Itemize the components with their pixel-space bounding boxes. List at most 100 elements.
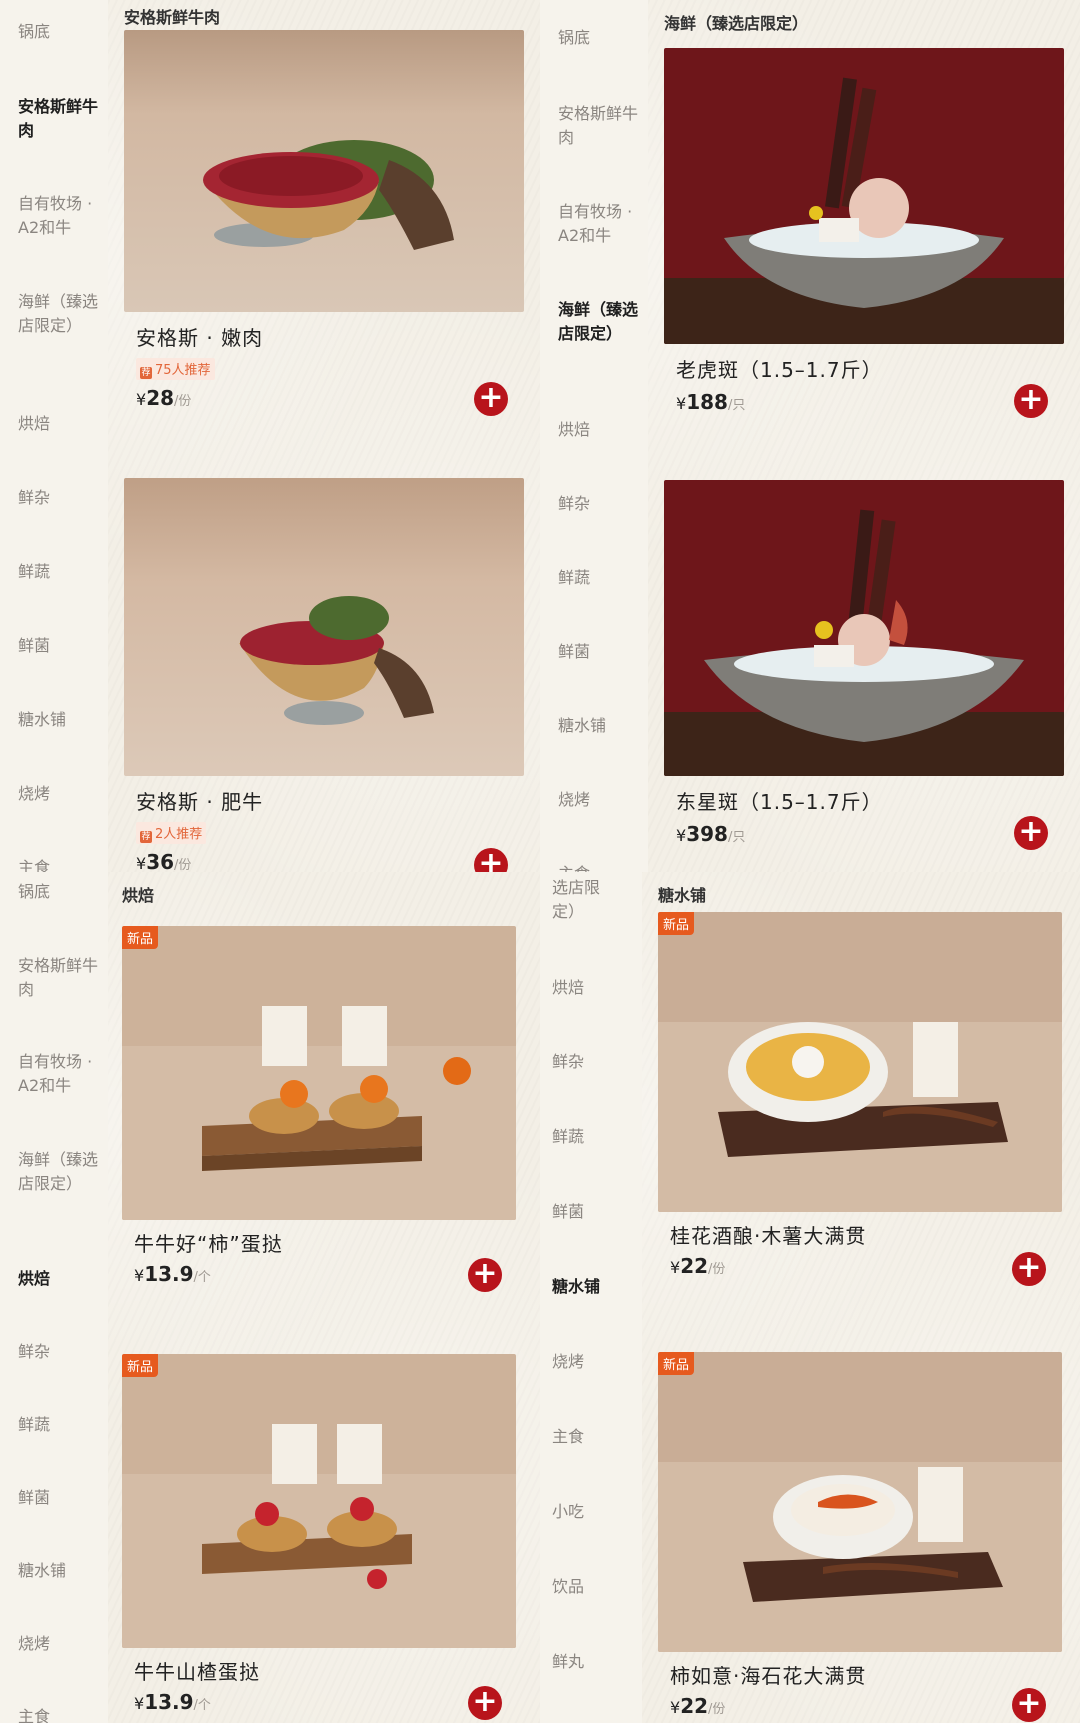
product-photo[interactable]: 新品 bbox=[122, 1354, 516, 1648]
product-list: 糖水铺 新品 桂花酒酿·木薯大满贯 ¥22/份 + 新品 柿如意·海石花大满贯 … bbox=[642, 872, 1080, 1723]
product-list: 海鲜（臻选店限定） 老虎斑（1.5–1.7斤） ¥188/只 + 东星斑（1.5… bbox=[648, 0, 1080, 872]
sidebar-item-staples[interactable]: 主食 bbox=[0, 1705, 108, 1723]
product-card[interactable]: 东星斑（1.5–1.7斤） ¥398/只 + bbox=[664, 480, 1064, 860]
sidebar-item-snacks[interactable]: 小吃 bbox=[540, 1500, 642, 1524]
sidebar-item-a2-wagyu[interactable]: 自有牧场 · A2和牛 bbox=[0, 192, 108, 240]
product-price: ¥398/只 bbox=[676, 822, 746, 846]
sidebar-item-a2-wagyu[interactable]: 自有牧场 · A2和牛 bbox=[0, 1050, 108, 1098]
sidebar-item-hotpot-base[interactable]: 锅底 bbox=[540, 26, 648, 50]
sidebar-item-vegetables[interactable]: 鲜蔬 bbox=[540, 1125, 642, 1149]
recommend-badge: 荐 2人推荐 bbox=[136, 822, 207, 844]
category-sidebar: 选店限定） 烘焙 鲜杂 鲜蔬 鲜菌 糖水铺 烧烤 主食 小吃 饮品 鲜丸 bbox=[540, 872, 642, 1723]
product-name: 桂花酒酿·木薯大满贯 bbox=[670, 1224, 867, 1248]
sidebar-item-mushrooms[interactable]: 鲜菌 bbox=[540, 640, 648, 664]
product-name: 东星斑（1.5–1.7斤） bbox=[676, 790, 883, 814]
sidebar-item-bakery[interactable]: 烘焙 bbox=[540, 976, 642, 1000]
sidebar-item-drinks[interactable]: 饮品 bbox=[540, 1575, 642, 1599]
add-to-cart-button[interactable]: + bbox=[1012, 1688, 1046, 1722]
product-price: ¥22/份 bbox=[670, 1254, 726, 1278]
sidebar-item-angus-beef[interactable]: 安格斯鲜牛肉 bbox=[0, 95, 108, 143]
sidebar-item-bbq[interactable]: 烧烤 bbox=[0, 782, 108, 806]
product-card[interactable]: 安格斯 · 肥牛 荐 2人推荐 ¥36/份 + bbox=[124, 478, 524, 872]
sidebar-item-fresh-misc[interactable]: 鲜杂 bbox=[540, 1050, 642, 1074]
product-card[interactable]: 老虎斑（1.5–1.7斤） ¥188/只 + bbox=[664, 48, 1064, 428]
product-photo[interactable]: 新品 bbox=[122, 926, 516, 1220]
product-photo[interactable] bbox=[664, 48, 1064, 344]
sidebar-item-fresh-misc[interactable]: 鲜杂 bbox=[0, 486, 108, 510]
sidebar-item-desserts[interactable]: 糖水铺 bbox=[0, 1559, 108, 1583]
add-to-cart-button[interactable]: + bbox=[468, 1258, 502, 1292]
recommend-badge: 荐 75人推荐 bbox=[136, 358, 215, 380]
sidebar-item-seafood[interactable]: 海鲜（臻选店限定） bbox=[0, 290, 108, 338]
sidebar-item-bakery[interactable]: 烘焙 bbox=[0, 1267, 108, 1291]
sidebar-item-desserts[interactable]: 糖水铺 bbox=[540, 1275, 642, 1299]
sidebar-item-bbq[interactable]: 烧烤 bbox=[540, 1350, 642, 1374]
sidebar-item-mushrooms[interactable]: 鲜菌 bbox=[0, 634, 108, 658]
sidebar-item-desserts[interactable]: 糖水铺 bbox=[0, 708, 108, 732]
product-photo[interactable]: 新品 bbox=[658, 1352, 1062, 1652]
plus-icon: + bbox=[1018, 814, 1044, 849]
section-title: 糖水铺 bbox=[658, 886, 707, 905]
sidebar-item-bakery[interactable]: 烘焙 bbox=[0, 412, 108, 436]
product-list: 烘焙 新品 牛牛好“柿”蛋挞 ¥13.9/个 + 新品 牛牛山楂蛋挞 ¥13.9… bbox=[108, 872, 540, 1723]
sidebar-item-vegetables[interactable]: 鲜蔬 bbox=[0, 1413, 108, 1437]
product-photo[interactable] bbox=[124, 478, 524, 776]
product-name: 牛牛好“柿”蛋挞 bbox=[134, 1232, 283, 1256]
sidebar-item-bakery[interactable]: 烘焙 bbox=[540, 418, 648, 442]
category-sidebar: 锅底 安格斯鲜牛肉 自有牧场 · A2和牛 海鲜（臻选店限定） 烘焙 鲜杂 鲜蔬… bbox=[0, 0, 108, 872]
sidebar-item-hotpot-base[interactable]: 锅底 bbox=[0, 20, 108, 44]
add-to-cart-button[interactable]: + bbox=[474, 848, 508, 872]
plus-icon: + bbox=[1018, 382, 1044, 417]
product-card[interactable]: 新品 牛牛好“柿”蛋挞 ¥13.9/个 + bbox=[122, 926, 516, 1306]
plus-icon: + bbox=[478, 846, 504, 873]
product-name: 老虎斑（1.5–1.7斤） bbox=[676, 358, 883, 382]
new-badge: 新品 bbox=[122, 926, 159, 949]
menu-panel-bakery: 锅底 安格斯鲜牛肉 自有牧场 · A2和牛 海鲜（臻选店限定） 烘焙 鲜杂 鲜蔬… bbox=[0, 872, 540, 1723]
product-card[interactable]: 新品 桂花酒酿·木薯大满贯 ¥22/份 + bbox=[658, 912, 1062, 1292]
new-badge: 新品 bbox=[658, 1352, 695, 1375]
sidebar-item-seafood[interactable]: 选店限定） bbox=[540, 876, 618, 924]
add-to-cart-button[interactable]: + bbox=[474, 382, 508, 416]
sidebar-item-fresh-misc[interactable]: 鲜杂 bbox=[0, 1340, 108, 1364]
product-list: 安格斯鲜牛肉 安格斯 · 嫩肉 荐 75人推荐 ¥28/份 + 安格斯 · 肥牛… bbox=[108, 0, 540, 872]
sidebar-item-hotpot-base[interactable]: 锅底 bbox=[0, 880, 108, 904]
sidebar-item-a2-wagyu[interactable]: 自有牧场 · A2和牛 bbox=[540, 200, 648, 248]
product-card[interactable]: 安格斯 · 嫩肉 荐 75人推荐 ¥28/份 + bbox=[124, 30, 524, 460]
add-to-cart-button[interactable]: + bbox=[1014, 384, 1048, 418]
menu-panel-beef: 锅底 安格斯鲜牛肉 自有牧场 · A2和牛 海鲜（臻选店限定） 烘焙 鲜杂 鲜蔬… bbox=[0, 0, 540, 872]
product-photo[interactable]: 新品 bbox=[658, 912, 1062, 1212]
sidebar-item-vegetables[interactable]: 鲜蔬 bbox=[540, 566, 648, 590]
add-to-cart-button[interactable]: + bbox=[1012, 1252, 1046, 1286]
sidebar-item-staples[interactable]: 主食 bbox=[540, 862, 648, 872]
product-photo[interactable] bbox=[664, 480, 1064, 776]
add-to-cart-button[interactable]: + bbox=[468, 1686, 502, 1720]
product-name: 牛牛山楂蛋挞 bbox=[134, 1660, 260, 1684]
sidebar-item-seafood[interactable]: 海鲜（臻选店限定） bbox=[0, 1148, 108, 1196]
plus-icon: + bbox=[1016, 1686, 1042, 1721]
product-card[interactable]: 新品 牛牛山楂蛋挞 ¥13.9/个 + bbox=[122, 1354, 516, 1723]
product-card[interactable]: 新品 柿如意·海石花大满贯 ¥22/份 + bbox=[658, 1352, 1062, 1723]
plus-icon: + bbox=[472, 1684, 498, 1719]
sidebar-item-bbq[interactable]: 烧烤 bbox=[540, 788, 648, 812]
add-to-cart-button[interactable]: + bbox=[1014, 816, 1048, 850]
product-price: ¥13.9/个 bbox=[134, 1262, 211, 1286]
sidebar-item-angus-beef[interactable]: 安格斯鲜牛肉 bbox=[0, 954, 108, 1002]
sidebar-item-staples[interactable]: 主食 bbox=[540, 1425, 642, 1449]
plus-icon: + bbox=[478, 380, 504, 415]
product-photo[interactable] bbox=[124, 30, 524, 312]
sidebar-item-angus-beef[interactable]: 安格斯鲜牛肉 bbox=[540, 102, 648, 150]
sidebar-item-vegetables[interactable]: 鲜蔬 bbox=[0, 560, 108, 584]
sidebar-item-desserts[interactable]: 糖水铺 bbox=[540, 714, 648, 738]
sidebar-item-seafood[interactable]: 海鲜（臻选店限定） bbox=[540, 298, 648, 346]
menu-panel-seafood: 锅底 安格斯鲜牛肉 自有牧场 · A2和牛 海鲜（臻选店限定） 烘焙 鲜杂 鲜蔬… bbox=[540, 0, 1080, 872]
sidebar-item-balls[interactable]: 鲜丸 bbox=[540, 1650, 642, 1674]
sidebar-item-fresh-misc[interactable]: 鲜杂 bbox=[540, 492, 648, 516]
product-name: 安格斯 · 嫩肉 bbox=[136, 326, 264, 350]
section-title: 海鲜（臻选店限定） bbox=[664, 14, 809, 33]
sidebar-item-mushrooms[interactable]: 鲜菌 bbox=[540, 1200, 642, 1224]
product-name: 柿如意·海石花大满贯 bbox=[670, 1664, 867, 1688]
product-price: ¥28/份 bbox=[136, 386, 192, 410]
sidebar-item-bbq[interactable]: 烧烤 bbox=[0, 1632, 108, 1656]
sidebar-item-mushrooms[interactable]: 鲜菌 bbox=[0, 1486, 108, 1510]
sidebar-item-staples[interactable]: 主食 bbox=[0, 856, 108, 872]
